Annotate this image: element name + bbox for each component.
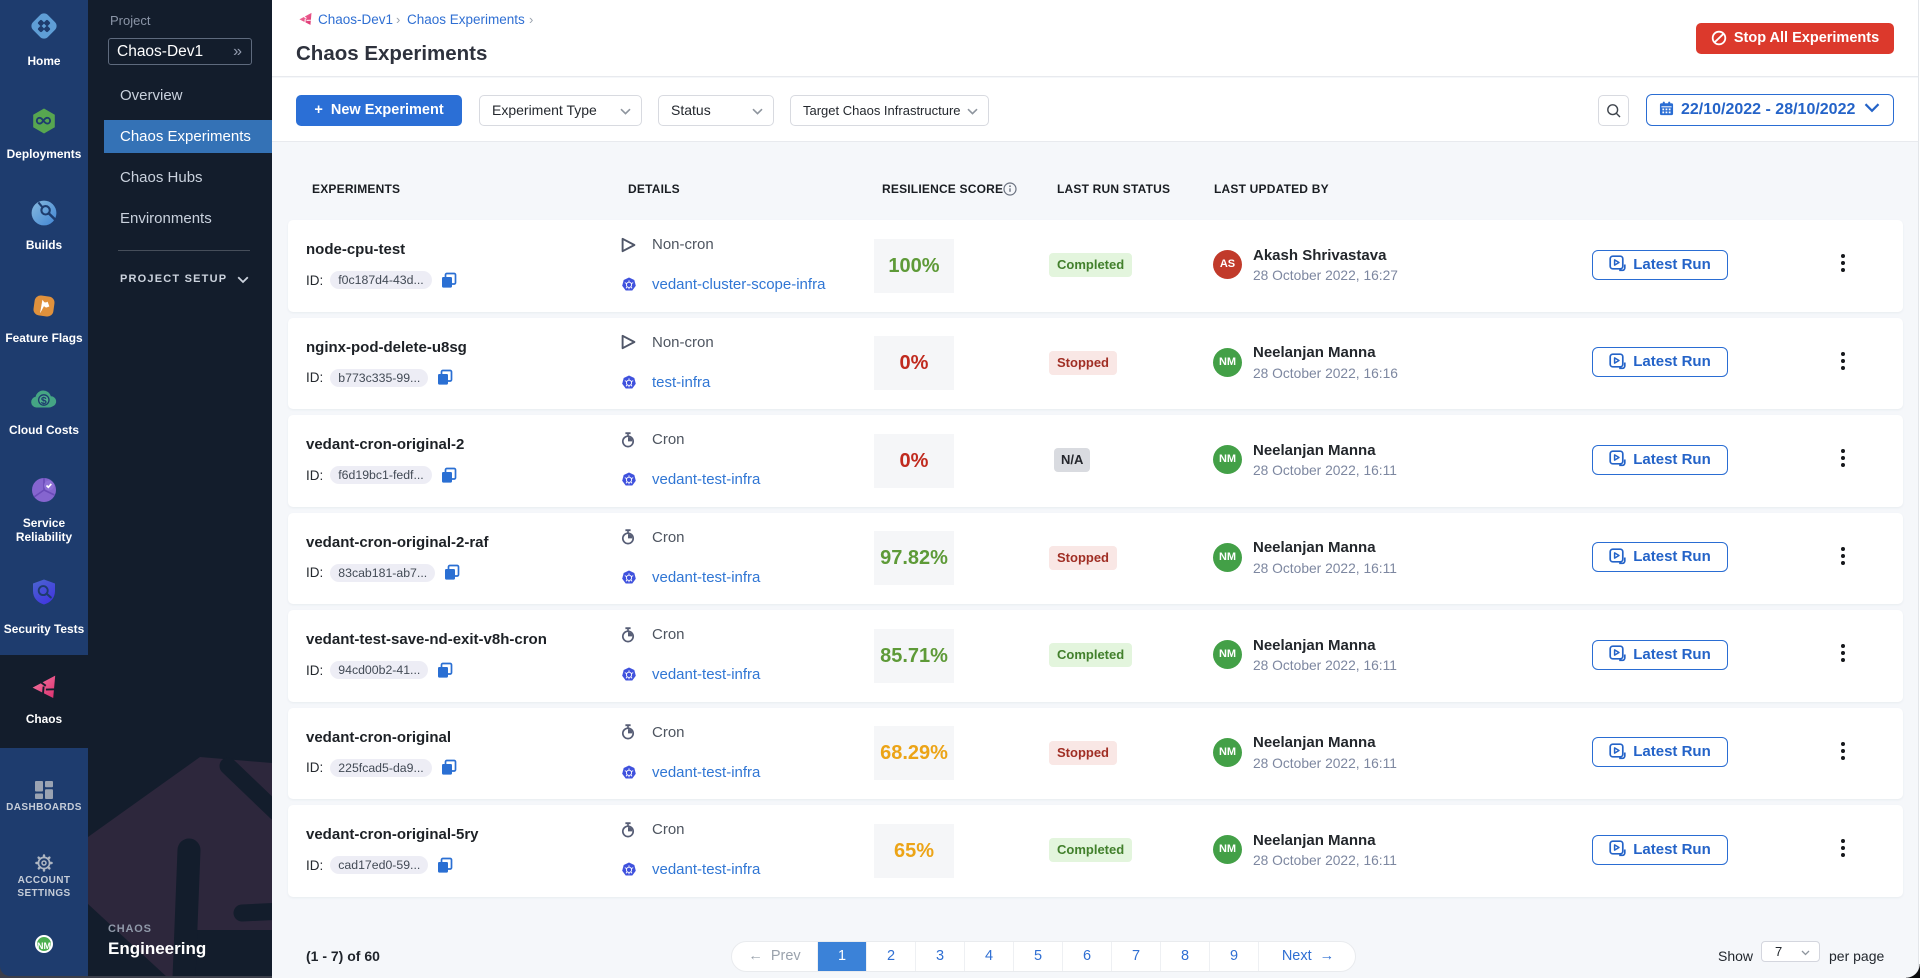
svg-text:$: $ — [41, 395, 47, 407]
